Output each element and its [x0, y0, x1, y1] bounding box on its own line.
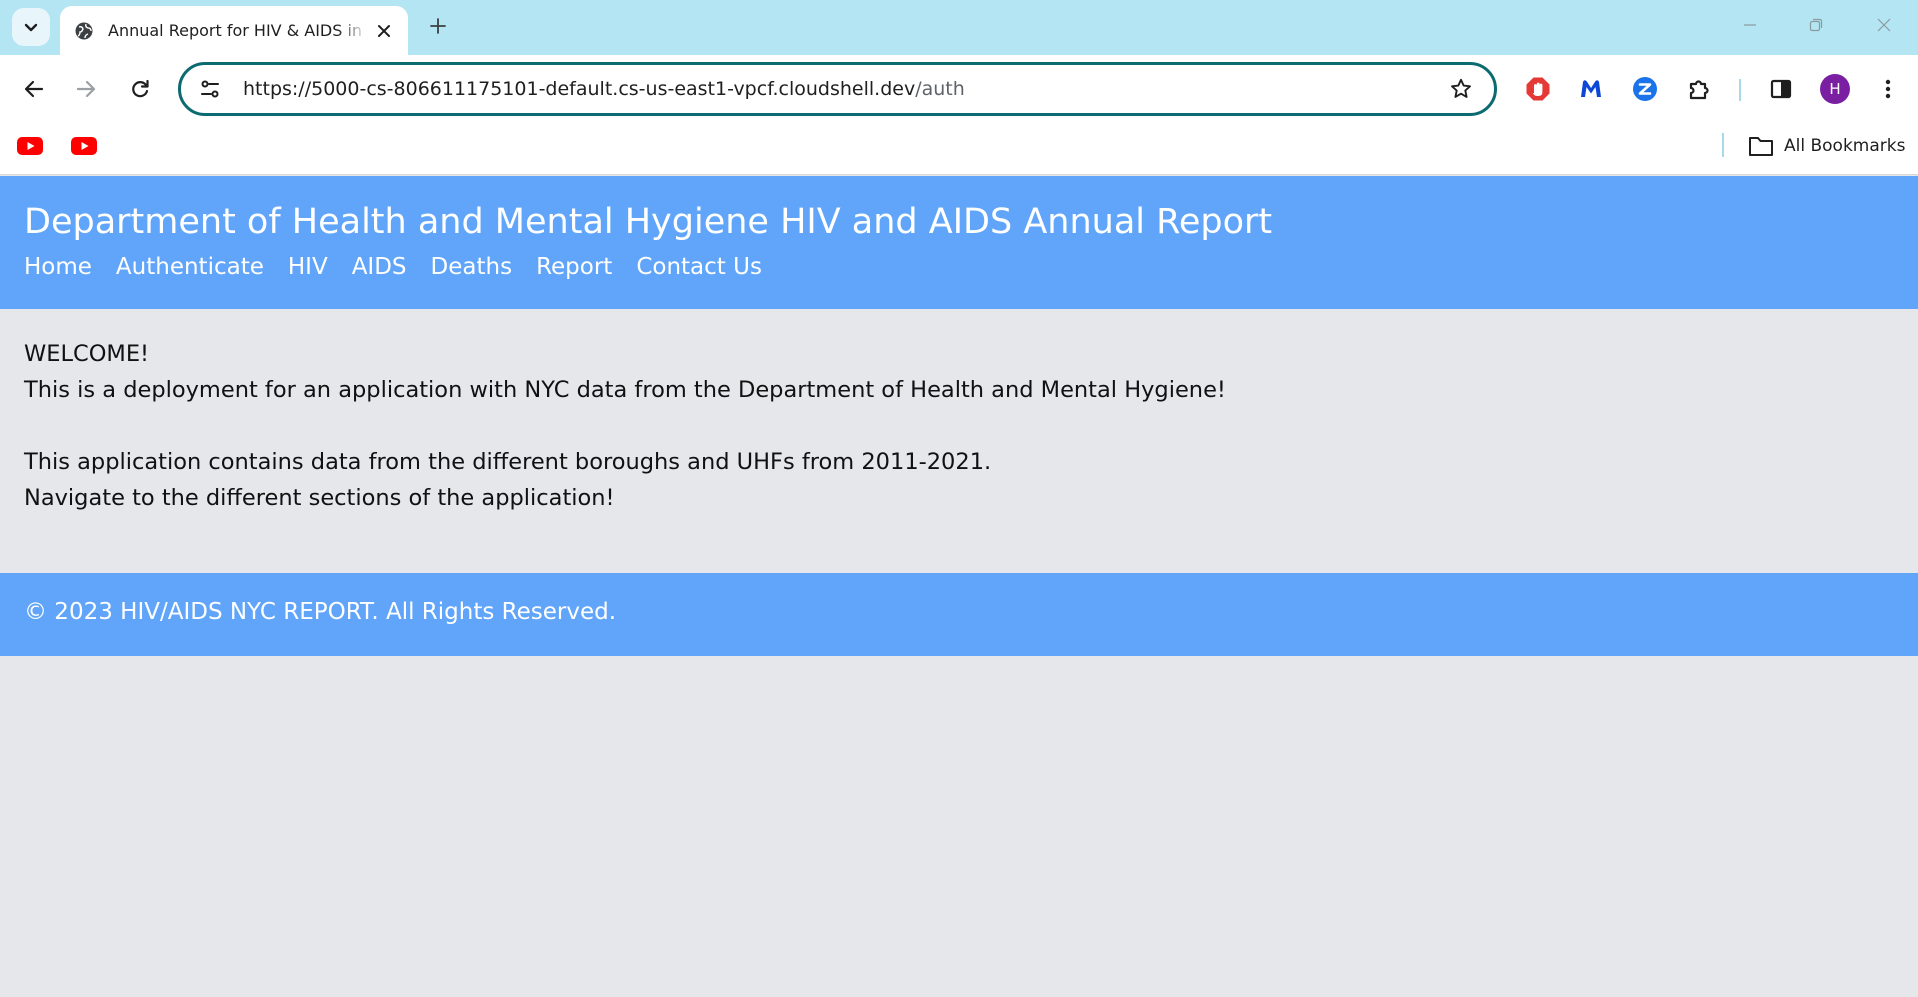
intro-text: This is a deployment for an application … — [24, 377, 1226, 403]
reload-icon — [132, 79, 149, 98]
site-footer: © 2023 HIV/AIDS NYC REPORT. All Rights R… — [0, 573, 1918, 656]
new-tab-button[interactable] — [424, 12, 452, 40]
site-header: Department of Health and Mental Hygiene … — [0, 176, 1918, 309]
zoom-icon — [1633, 77, 1657, 101]
close-window-button[interactable] — [1864, 8, 1904, 42]
restore-icon — [1809, 18, 1823, 32]
reload-button[interactable] — [120, 69, 160, 109]
adblock-icon — [1526, 77, 1550, 101]
site-nav: Home Authenticate HIV AIDS Deaths Report… — [24, 254, 762, 280]
extensions-button[interactable] — [1683, 72, 1717, 106]
nav-link-aids[interactable]: AIDS — [352, 254, 407, 280]
minimize-button[interactable] — [1730, 8, 1770, 42]
nav-link-contact-us[interactable]: Contact Us — [636, 254, 762, 280]
extensions-puzzle-icon — [1689, 80, 1709, 100]
nav-link-deaths[interactable]: Deaths — [431, 254, 513, 280]
arrow-left-icon — [24, 80, 44, 98]
side-panel-button[interactable] — [1764, 72, 1798, 106]
tune-icon — [201, 80, 219, 98]
main-content: WELCOME! This is a deployment for an app… — [24, 336, 1226, 516]
tab-search-button[interactable] — [12, 8, 50, 46]
url-path: /auth — [915, 78, 965, 100]
copyright-text: © 2023 HIV/AIDS NYC REPORT. All Rights R… — [24, 599, 617, 625]
adblock-extension-button[interactable] — [1521, 72, 1555, 106]
url-host: https://5000-cs-806611175101-default.cs-… — [243, 78, 916, 100]
close-tab-button[interactable] — [374, 21, 394, 41]
back-button[interactable] — [14, 69, 54, 109]
data-range-text: This application contains data from the … — [24, 449, 992, 475]
nav-link-authenticate[interactable]: Authenticate — [116, 254, 264, 280]
youtube-icon[interactable] — [71, 137, 97, 155]
toolbar-separator — [1739, 79, 1741, 101]
page-viewport: Department of Health and Mental Hygiene … — [0, 176, 1918, 997]
profile-avatar[interactable]: H — [1820, 74, 1850, 104]
welcome-heading: WELCOME! — [24, 341, 150, 367]
restore-button[interactable] — [1796, 8, 1836, 42]
more-vertical-icon — [1885, 79, 1891, 99]
all-bookmarks-label: All Bookmarks — [1784, 136, 1906, 156]
nav-link-home[interactable]: Home — [24, 254, 92, 280]
zoom-extension-button[interactable] — [1628, 72, 1662, 106]
plus-icon — [430, 18, 446, 34]
all-bookmarks-button[interactable]: All Bookmarks — [1748, 131, 1905, 161]
tab-strip: Annual Report for HIV & AIDS in NYC — [0, 0, 1918, 55]
nav-link-report[interactable]: Report — [536, 254, 612, 280]
navigate-hint-text: Navigate to the different sections of th… — [24, 485, 615, 511]
active-tab[interactable]: Annual Report for HIV & AIDS in NYC — [60, 6, 408, 55]
address-bar[interactable]: https://5000-cs-806611175101-default.cs-… — [178, 62, 1497, 116]
nav-link-hiv[interactable]: HIV — [288, 254, 328, 280]
minimize-icon — [1744, 24, 1756, 26]
close-icon — [378, 24, 390, 37]
youtube-icon[interactable] — [17, 137, 43, 155]
folder-icon — [1749, 137, 1773, 156]
forward-button[interactable] — [66, 69, 106, 109]
bookmarks-separator — [1722, 133, 1724, 157]
close-icon — [1877, 18, 1891, 32]
bookmark-star-button[interactable] — [1446, 74, 1476, 104]
malwarebytes-icon — [1581, 80, 1601, 97]
site-title: Department of Health and Mental Hygiene … — [24, 202, 1273, 242]
bookmarks-bar: All Bookmarks — [0, 123, 1918, 175]
browser-toolbar: https://5000-cs-806611175101-default.cs-… — [0, 55, 1918, 123]
browser-menu-button[interactable] — [1871, 72, 1905, 106]
arrow-right-icon — [76, 80, 96, 98]
malwarebytes-extension-button[interactable] — [1574, 72, 1608, 106]
chevron-down-icon — [24, 23, 38, 32]
side-panel-icon — [1770, 79, 1792, 99]
star-icon — [1451, 78, 1471, 98]
tab-title: Annual Report for HIV & AIDS in NYC — [108, 21, 368, 40]
url-text: https://5000-cs-806611175101-default.cs-… — [243, 78, 1446, 100]
site-info-button[interactable] — [195, 74, 225, 104]
globe-icon — [75, 22, 93, 39]
